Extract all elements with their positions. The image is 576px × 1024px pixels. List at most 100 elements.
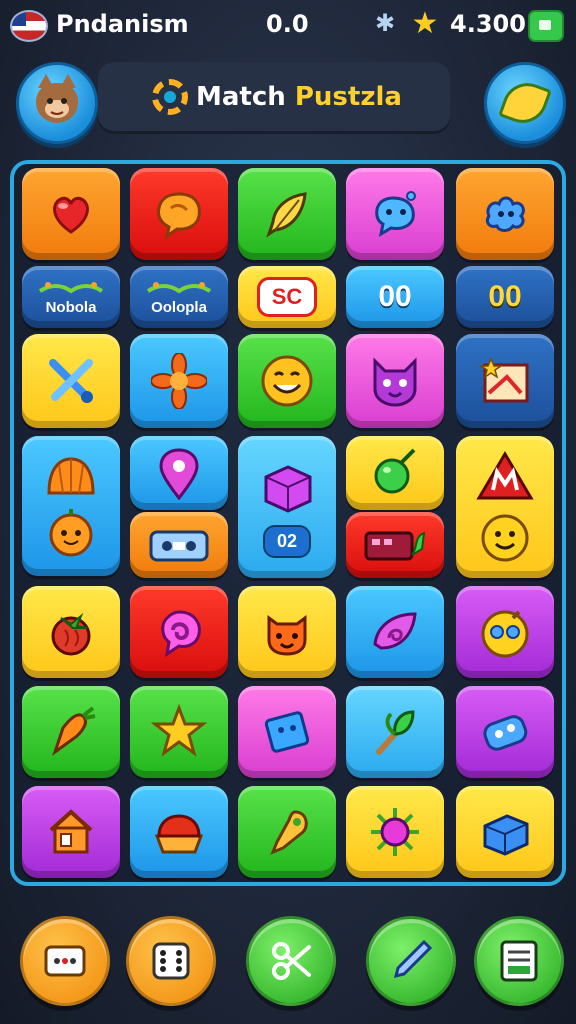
app-name: Pndanism bbox=[56, 10, 189, 38]
tile-cloud[interactable] bbox=[456, 168, 554, 260]
tile-sun[interactable] bbox=[346, 786, 444, 878]
tile-drumstick[interactable] bbox=[238, 786, 336, 878]
profile-button[interactable] bbox=[16, 62, 98, 144]
tile-card[interactable] bbox=[238, 686, 336, 778]
swirl-icon bbox=[161, 610, 201, 658]
location-pin-icon bbox=[159, 448, 199, 500]
bowl-icon bbox=[154, 814, 204, 854]
carrot-icon bbox=[52, 706, 96, 756]
fan-icon: ✱ bbox=[374, 9, 396, 37]
game-title: Match Pustzla bbox=[152, 74, 402, 120]
tile-box-counter[interactable]: 02 bbox=[238, 436, 336, 578]
sc-badge: SC bbox=[256, 277, 318, 317]
counter-value: 00 bbox=[378, 280, 412, 313]
happy-face-icon bbox=[481, 514, 529, 562]
tile-smiley[interactable] bbox=[238, 334, 336, 428]
heart-icon bbox=[53, 196, 89, 234]
orange-creature-icon bbox=[267, 615, 307, 656]
hint-button[interactable] bbox=[484, 62, 566, 144]
card-button[interactable] bbox=[474, 916, 564, 1006]
tile-flower[interactable] bbox=[130, 334, 228, 428]
tile-sign-face[interactable] bbox=[456, 436, 554, 578]
purple-cat-icon bbox=[373, 357, 417, 407]
title-part-pustzla: Pustzla bbox=[294, 82, 402, 112]
tile-label-text: Oolopla bbox=[151, 298, 207, 316]
vine-icon bbox=[38, 281, 104, 293]
tile-house[interactable] bbox=[22, 786, 120, 878]
tile-leaf[interactable] bbox=[238, 168, 336, 260]
tile-label-2[interactable]: Oolopla bbox=[130, 266, 228, 328]
speech-bubble-icon bbox=[157, 192, 201, 240]
bottom-toolbar bbox=[0, 910, 576, 1020]
flag-icon bbox=[10, 10, 48, 42]
leaf-hint-icon bbox=[498, 76, 552, 130]
tile-tools[interactable] bbox=[22, 334, 120, 428]
scissors-button[interactable] bbox=[246, 916, 336, 1006]
star-icon: ★ bbox=[411, 5, 439, 41]
drumstick-icon bbox=[270, 810, 308, 855]
tile-heart[interactable] bbox=[22, 168, 120, 260]
center-value: 0.0 bbox=[266, 10, 309, 38]
gear-logo-icon bbox=[152, 79, 188, 115]
purple-leaf-icon bbox=[373, 612, 417, 650]
leaf-icon bbox=[266, 192, 307, 238]
cassette-icon bbox=[149, 530, 209, 562]
tile-label-1[interactable]: Nobola bbox=[22, 266, 120, 328]
tile-shell-pumpkin[interactable] bbox=[22, 436, 120, 576]
blue-card-icon bbox=[264, 711, 310, 753]
title-part-match: Match bbox=[196, 82, 286, 112]
green-balloon-icon bbox=[374, 448, 416, 494]
gift-box-icon bbox=[264, 464, 312, 513]
tile-balloon[interactable] bbox=[346, 436, 444, 510]
plant-icon bbox=[376, 710, 415, 755]
flower-icon bbox=[151, 353, 207, 409]
tile-gamepad[interactable] bbox=[456, 686, 554, 778]
tile-counter-1[interactable]: 00 bbox=[346, 266, 444, 328]
cat-avatar-icon bbox=[36, 74, 78, 123]
shell-icon bbox=[47, 457, 95, 495]
radio-icon bbox=[364, 531, 426, 561]
tile-bowl[interactable] bbox=[130, 786, 228, 878]
tile-bubble[interactable] bbox=[346, 168, 444, 260]
counter-badge: 02 bbox=[262, 524, 312, 558]
tile-box[interactable] bbox=[456, 786, 554, 878]
tile-cat[interactable] bbox=[346, 334, 444, 428]
gold-star-icon bbox=[151, 704, 207, 757]
tile-sc[interactable]: SC bbox=[238, 266, 336, 328]
message-icon bbox=[44, 945, 86, 977]
house-icon bbox=[49, 809, 93, 854]
tile-cassette[interactable] bbox=[130, 512, 228, 578]
dice-icon bbox=[152, 942, 190, 980]
tile-glasses[interactable] bbox=[456, 586, 554, 678]
status-bar: Pndanism 0.0 ✱ ★ 4.300 bbox=[0, 0, 576, 50]
tile-creature[interactable] bbox=[238, 586, 336, 678]
tile-speech[interactable] bbox=[130, 168, 228, 260]
pencil-icon bbox=[393, 939, 433, 979]
tile-carrot[interactable] bbox=[22, 686, 120, 778]
battery-icon bbox=[528, 10, 564, 42]
glasses-face-icon bbox=[481, 610, 529, 658]
pencil-button[interactable] bbox=[366, 916, 456, 1006]
card-icon bbox=[500, 940, 538, 982]
dice-button[interactable] bbox=[126, 916, 216, 1006]
tile-swirl[interactable] bbox=[130, 586, 228, 678]
message-button[interactable] bbox=[20, 916, 110, 1006]
scissors-icon bbox=[272, 942, 311, 980]
warning-sign-icon bbox=[476, 451, 534, 500]
cloud-creature-icon bbox=[485, 196, 525, 232]
tile-counter-2[interactable]: 00 bbox=[456, 266, 554, 328]
tile-star[interactable] bbox=[130, 686, 228, 778]
counter-value: 00 bbox=[488, 280, 522, 313]
tile-plant[interactable] bbox=[346, 686, 444, 778]
tile-pin[interactable] bbox=[130, 436, 228, 510]
blue-box-icon bbox=[483, 814, 529, 856]
pumpkin-icon bbox=[49, 509, 93, 557]
tile-radio[interactable] bbox=[346, 512, 444, 578]
tile-label-text: Nobola bbox=[45, 298, 97, 316]
blue-fish-icon bbox=[375, 191, 416, 238]
score-value: 4.300 bbox=[450, 10, 526, 38]
tile-picture[interactable] bbox=[456, 334, 554, 428]
tile-berry[interactable] bbox=[22, 586, 120, 678]
tile-leaf-purple[interactable] bbox=[346, 586, 444, 678]
gamepad-icon bbox=[483, 715, 528, 751]
